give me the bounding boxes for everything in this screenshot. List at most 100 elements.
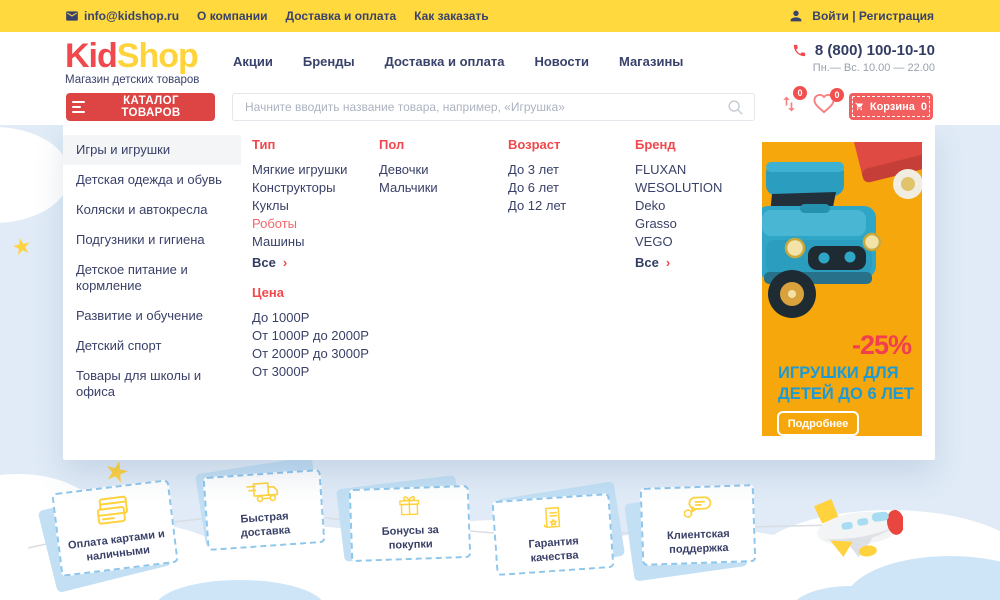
filter-item[interactable]: Конструкторы xyxy=(252,179,374,197)
logo[interactable]: KidShop Магазин детских товаров xyxy=(65,38,199,86)
logo-tagline: Магазин детских товаров xyxy=(65,74,199,86)
filter-group-title-type: Тип xyxy=(252,137,374,152)
filter-group-title-price: Цена xyxy=(252,285,374,300)
feature-label: Гарантия качества xyxy=(504,533,604,568)
feature-label: Клиентская поддержка xyxy=(651,526,746,557)
topbar-link-delivery[interactable]: Доставка и оплата xyxy=(286,9,397,23)
feature-card-support: Клиентская поддержка xyxy=(640,484,757,566)
filter-column-age: Возраст До 3 лет До 6 лет До 12 лет xyxy=(508,137,630,215)
logo-part-shop: Shop xyxy=(117,37,198,75)
wishlist-button[interactable]: 0 xyxy=(812,94,836,120)
filter-item[interactable]: От 2000Р до 3000Р xyxy=(252,345,374,363)
category-list: Игры и игрушки Детская одежда и обувь Ко… xyxy=(63,135,241,407)
filter-column-brand: Бренд FLUXAN WESOLUTION Deko Grasso VEGO… xyxy=(635,137,757,270)
category-item-toys[interactable]: Игры и игрушки xyxy=(63,135,241,165)
filter-item[interactable]: До 12 лет xyxy=(508,197,630,215)
envelope-icon xyxy=(65,9,79,23)
wishlist-count-badge: 0 xyxy=(830,88,844,102)
filter-show-all-brand[interactable]: Все› xyxy=(635,255,757,270)
cart-count: 0 xyxy=(921,101,927,113)
certificate-icon xyxy=(536,504,568,531)
filter-item[interactable]: До 6 лет xyxy=(508,179,630,197)
filter-item[interactable]: WESOLUTION xyxy=(635,179,757,197)
filter-group-title-brand: Бренд xyxy=(635,137,757,152)
chevron-right-icon: › xyxy=(666,255,670,270)
category-item-education[interactable]: Развитие и обучение xyxy=(63,301,241,331)
phone-icon xyxy=(792,43,807,58)
filter-item[interactable]: От 1000Р до 2000Р xyxy=(252,327,374,345)
feature-card-bonuses: Бонусы за покупки xyxy=(349,485,471,562)
nav-item-stores[interactable]: Магазины xyxy=(619,54,683,69)
filter-item[interactable]: Мальчики xyxy=(379,179,501,197)
banner-title: ИГРУШКИ ДЛЯ ДЕТЕЙ ДО 6 ЛЕТ xyxy=(778,363,914,405)
filter-item[interactable]: Девочки xyxy=(379,161,501,179)
feature-label: Бонусы за покупки xyxy=(360,522,461,553)
category-item-strollers[interactable]: Коляски и автокресла xyxy=(63,195,241,225)
airplane-illustration xyxy=(813,495,903,561)
filter-item[interactable]: VEGO xyxy=(635,233,757,251)
category-item-diapers[interactable]: Подгузники и гигиена xyxy=(63,225,241,255)
filter-item[interactable]: Мягкие игрушки xyxy=(252,161,374,179)
working-hours: Пн.— Вс. 10.00 — 22.00 xyxy=(792,62,935,74)
compare-count-badge: 0 xyxy=(793,86,807,100)
discount-label: -25% xyxy=(852,330,911,361)
auth-text: Войти | Регистрация xyxy=(812,9,934,23)
category-item-school[interactable]: Товары для школы и офиса xyxy=(63,361,241,407)
category-item-sport[interactable]: Детский спорт xyxy=(63,331,241,361)
topbar-link-howto[interactable]: Как заказать xyxy=(414,9,489,23)
search-box xyxy=(232,93,755,121)
topbar-link-about[interactable]: О компании xyxy=(197,9,268,23)
email-link[interactable]: info@kidshop.ru xyxy=(65,9,179,23)
nav-item-delivery[interactable]: Доставка и оплата xyxy=(385,54,505,69)
compare-button[interactable]: 0 xyxy=(779,92,799,121)
delivery-truck-icon xyxy=(241,480,285,507)
feature-label: Быстрая доставка xyxy=(215,508,315,543)
filter-item[interactable]: Куклы xyxy=(252,197,374,215)
phone-block: 8 (800) 100-10-10 Пн.— Вс. 10.00 — 22.00 xyxy=(792,42,935,74)
feature-card-delivery: Быстрая доставка xyxy=(203,469,326,551)
main-navigation: Акции Бренды Доставка и оплата Новости М… xyxy=(233,54,683,69)
filter-item[interactable]: Grasso xyxy=(635,215,757,233)
filter-group-price: Цена До 1000Р От 1000Р до 2000Р От 2000Р… xyxy=(252,285,374,381)
filter-item[interactable]: Deko xyxy=(635,197,757,215)
cart-icon xyxy=(855,99,864,114)
auth-link[interactable]: Войти | Регистрация xyxy=(788,8,934,24)
cart-button[interactable]: Корзина 0 xyxy=(849,93,933,120)
filter-item[interactable]: До 1000Р xyxy=(252,309,374,327)
email-text: info@kidshop.ru xyxy=(84,9,179,23)
search-input[interactable] xyxy=(243,99,726,115)
nav-item-news[interactable]: Новости xyxy=(534,54,589,69)
filter-item-hovered[interactable]: Роботы xyxy=(252,215,374,233)
header: KidShop Магазин детских товаров Акции Бр… xyxy=(0,32,1000,125)
user-icon xyxy=(788,8,804,24)
credit-card-icon xyxy=(91,493,135,530)
category-item-food[interactable]: Детское питание и кормление xyxy=(63,255,241,301)
filter-group-title-gender: Пол xyxy=(379,137,501,152)
filter-show-all-type[interactable]: Все› xyxy=(252,255,374,270)
filter-column-type: Тип Мягкие игрушки Конструкторы Куклы Ро… xyxy=(252,137,374,381)
feature-card-payment: Оплата картами и наличными xyxy=(51,479,178,577)
filter-group-title-age: Возраст xyxy=(508,137,630,152)
filter-item[interactable]: Машины xyxy=(252,233,374,251)
filter-item[interactable]: От 3000Р xyxy=(252,363,374,381)
banner-more-button[interactable]: Подробнее xyxy=(777,411,859,436)
search-icon[interactable] xyxy=(726,98,744,116)
chevron-right-icon: › xyxy=(283,255,287,270)
category-item-clothes[interactable]: Детская одежда и обувь xyxy=(63,165,241,195)
chat-icon xyxy=(678,493,717,522)
hamburger-icon xyxy=(72,101,85,113)
phone-number[interactable]: 8 (800) 100-10-10 xyxy=(815,42,935,59)
nav-item-promos[interactable]: Акции xyxy=(233,54,273,69)
promo-banner[interactable]: -25% ИГРУШКИ ДЛЯ ДЕТЕЙ ДО 6 ЛЕТ Подробне… xyxy=(762,142,922,436)
topbar: info@kidshop.ru О компании Доставка и оп… xyxy=(0,0,1000,32)
catalog-dropdown-panel: Игры и игрушки Детская одежда и обувь Ко… xyxy=(63,125,935,460)
filter-item[interactable]: До 3 лет xyxy=(508,161,630,179)
nav-item-brands[interactable]: Бренды xyxy=(303,54,355,69)
logo-part-kid: Kid xyxy=(65,37,117,75)
star-decoration: ★ xyxy=(10,234,34,260)
filter-column-gender: Пол Девочки Мальчики xyxy=(379,137,501,197)
feature-label: Оплата картами и наличными xyxy=(67,527,168,567)
catalog-button-label: КАТАЛОГ ТОВАРОВ xyxy=(93,95,209,119)
filter-item[interactable]: FLUXAN xyxy=(635,161,757,179)
catalog-button[interactable]: КАТАЛОГ ТОВАРОВ xyxy=(66,93,215,121)
